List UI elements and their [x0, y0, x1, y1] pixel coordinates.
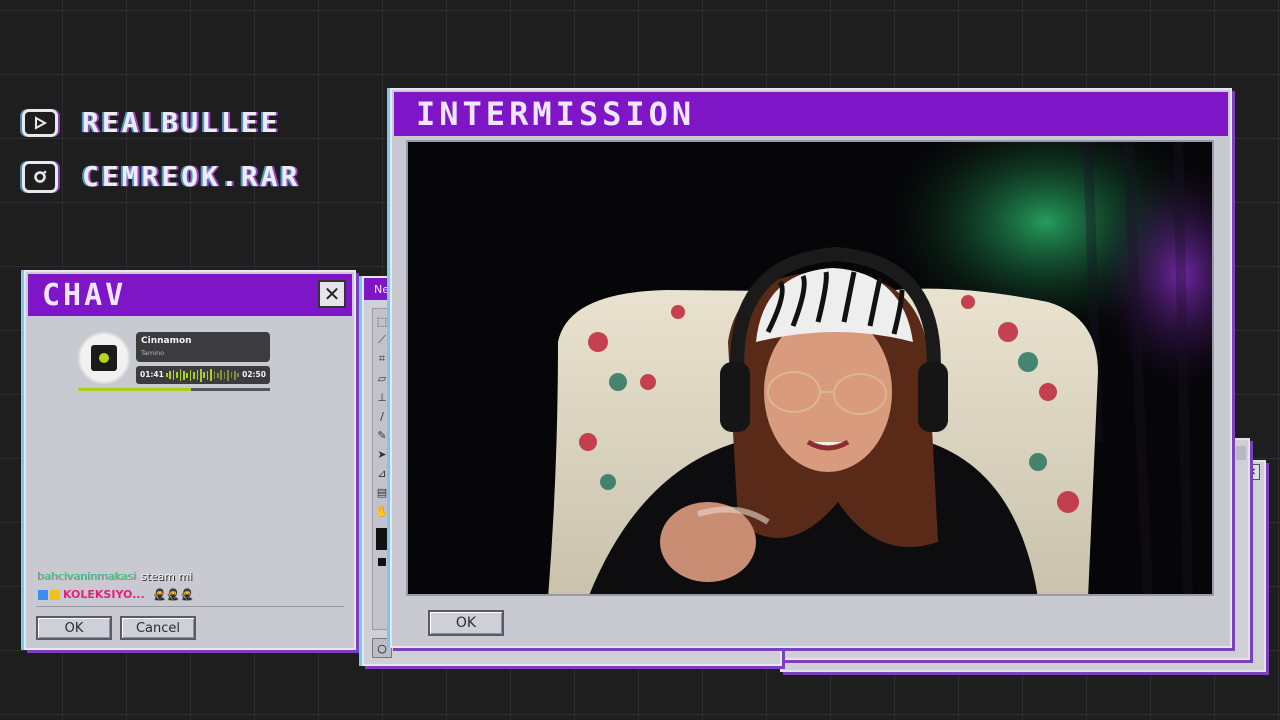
hand-tool-icon[interactable]: ✋	[375, 504, 389, 518]
track-title: Cinnamon	[141, 336, 192, 346]
zoom-icon[interactable]: ○	[372, 638, 392, 658]
track-timeline: 01:41 02:50	[136, 366, 270, 384]
waveform-bar	[172, 370, 175, 380]
lasso-tool-icon[interactable]: ⟋	[375, 333, 389, 347]
cancel-button[interactable]: Cancel	[120, 616, 196, 640]
track-duration: 02:50	[242, 370, 266, 379]
waveform-bar	[223, 371, 226, 379]
intermission-title: INTERMISSION	[416, 95, 696, 133]
social-youtube: REALBULLEE	[22, 106, 281, 139]
waveform-bar	[210, 369, 212, 381]
crop-tool-icon[interactable]: ⌗	[375, 352, 389, 366]
album-cover	[91, 345, 117, 371]
webcam-scene	[408, 142, 1212, 594]
waveform	[166, 368, 240, 382]
brush-tool-icon[interactable]: ∕	[375, 409, 389, 423]
waveform-bar	[203, 372, 205, 378]
ok-button[interactable]: OK	[36, 616, 112, 640]
chat-username: bahcivaninmakasi	[38, 570, 138, 583]
intermission-ok-button[interactable]: OK	[428, 610, 504, 636]
waveform-bar	[196, 370, 199, 380]
chat-title: CHAV	[42, 277, 127, 313]
waveform-bar	[227, 369, 229, 381]
waveform-bar	[193, 371, 195, 379]
waveform-bar	[213, 371, 216, 379]
waveform-bar	[186, 372, 188, 378]
select-tool-icon[interactable]: ⬚	[375, 314, 389, 328]
youtube-icon	[22, 108, 58, 137]
instagram-icon	[22, 160, 58, 193]
chat-message: bahcivaninmakasi steam mi	[38, 570, 192, 583]
chat-message: KOLEKSIYO... 🥷🥷🥷	[38, 588, 194, 601]
track-elapsed: 01:41	[140, 370, 164, 379]
waveform-bar	[179, 369, 182, 381]
text-tool-icon[interactable]: ▤	[375, 485, 389, 499]
pointer-tool-icon[interactable]: ➤	[375, 447, 389, 461]
progress-fill	[78, 388, 192, 391]
waveform-bar	[220, 370, 222, 380]
paint-title: Ne	[374, 282, 389, 296]
chat-titlebar: CHAV	[28, 274, 352, 316]
social-instagram: CEMREOK.RAR	[22, 160, 300, 193]
emote-icon: 🥷🥷🥷	[152, 588, 194, 601]
color-swatch[interactable]	[376, 528, 388, 550]
waveform-bar	[166, 373, 168, 377]
instagram-handle: CEMREOK.RAR	[82, 160, 301, 193]
webcam-feed	[406, 140, 1214, 596]
window-edge	[1236, 446, 1246, 460]
waveform-bar	[237, 373, 239, 377]
waveform-bar	[230, 372, 233, 378]
dropper-tool-icon[interactable]: ⊿	[375, 466, 389, 480]
badge-icon	[38, 589, 48, 600]
intermission-window: INTERMISSION OK	[390, 88, 1232, 648]
stamp-tool-icon[interactable]: ⊥	[375, 390, 389, 404]
album-disc-icon	[99, 353, 109, 363]
intermission-titlebar: INTERMISSION	[394, 92, 1228, 136]
pen-tool-icon[interactable]: ✎	[375, 428, 389, 442]
waveform-bar	[183, 370, 185, 380]
waveform-bar	[217, 372, 219, 378]
eraser-tool-icon[interactable]: ▱	[375, 371, 389, 385]
badge-icon	[50, 589, 60, 600]
chat-username: KOLEKSIYO...	[63, 588, 145, 601]
album-art	[78, 332, 130, 384]
waveform-bar	[176, 372, 178, 378]
waveform-bar	[169, 371, 171, 379]
track-info-card: Cinnamon Tamino	[136, 332, 270, 362]
track-artist: Tamino	[141, 349, 165, 357]
waveform-bar	[200, 368, 202, 382]
chat-text: steam mi	[140, 570, 193, 583]
chat-window: CHAV ✕ Cinnamon Tamino 01:41 02:50 bahci…	[24, 270, 356, 650]
youtube-handle: REALBULLEE	[82, 106, 281, 139]
waveform-bar	[189, 369, 192, 381]
paint-toolbar: ⬚ ⟋ ⌗ ▱ ⊥ ∕ ✎ ➤ ⊿ ▤ ✋	[372, 308, 392, 630]
progress-track	[78, 388, 270, 391]
close-button[interactable]: ✕	[318, 280, 346, 308]
color-swatch-secondary[interactable]	[378, 558, 386, 566]
divider	[36, 606, 344, 607]
waveform-bar	[206, 370, 209, 380]
waveform-bar	[234, 370, 236, 380]
